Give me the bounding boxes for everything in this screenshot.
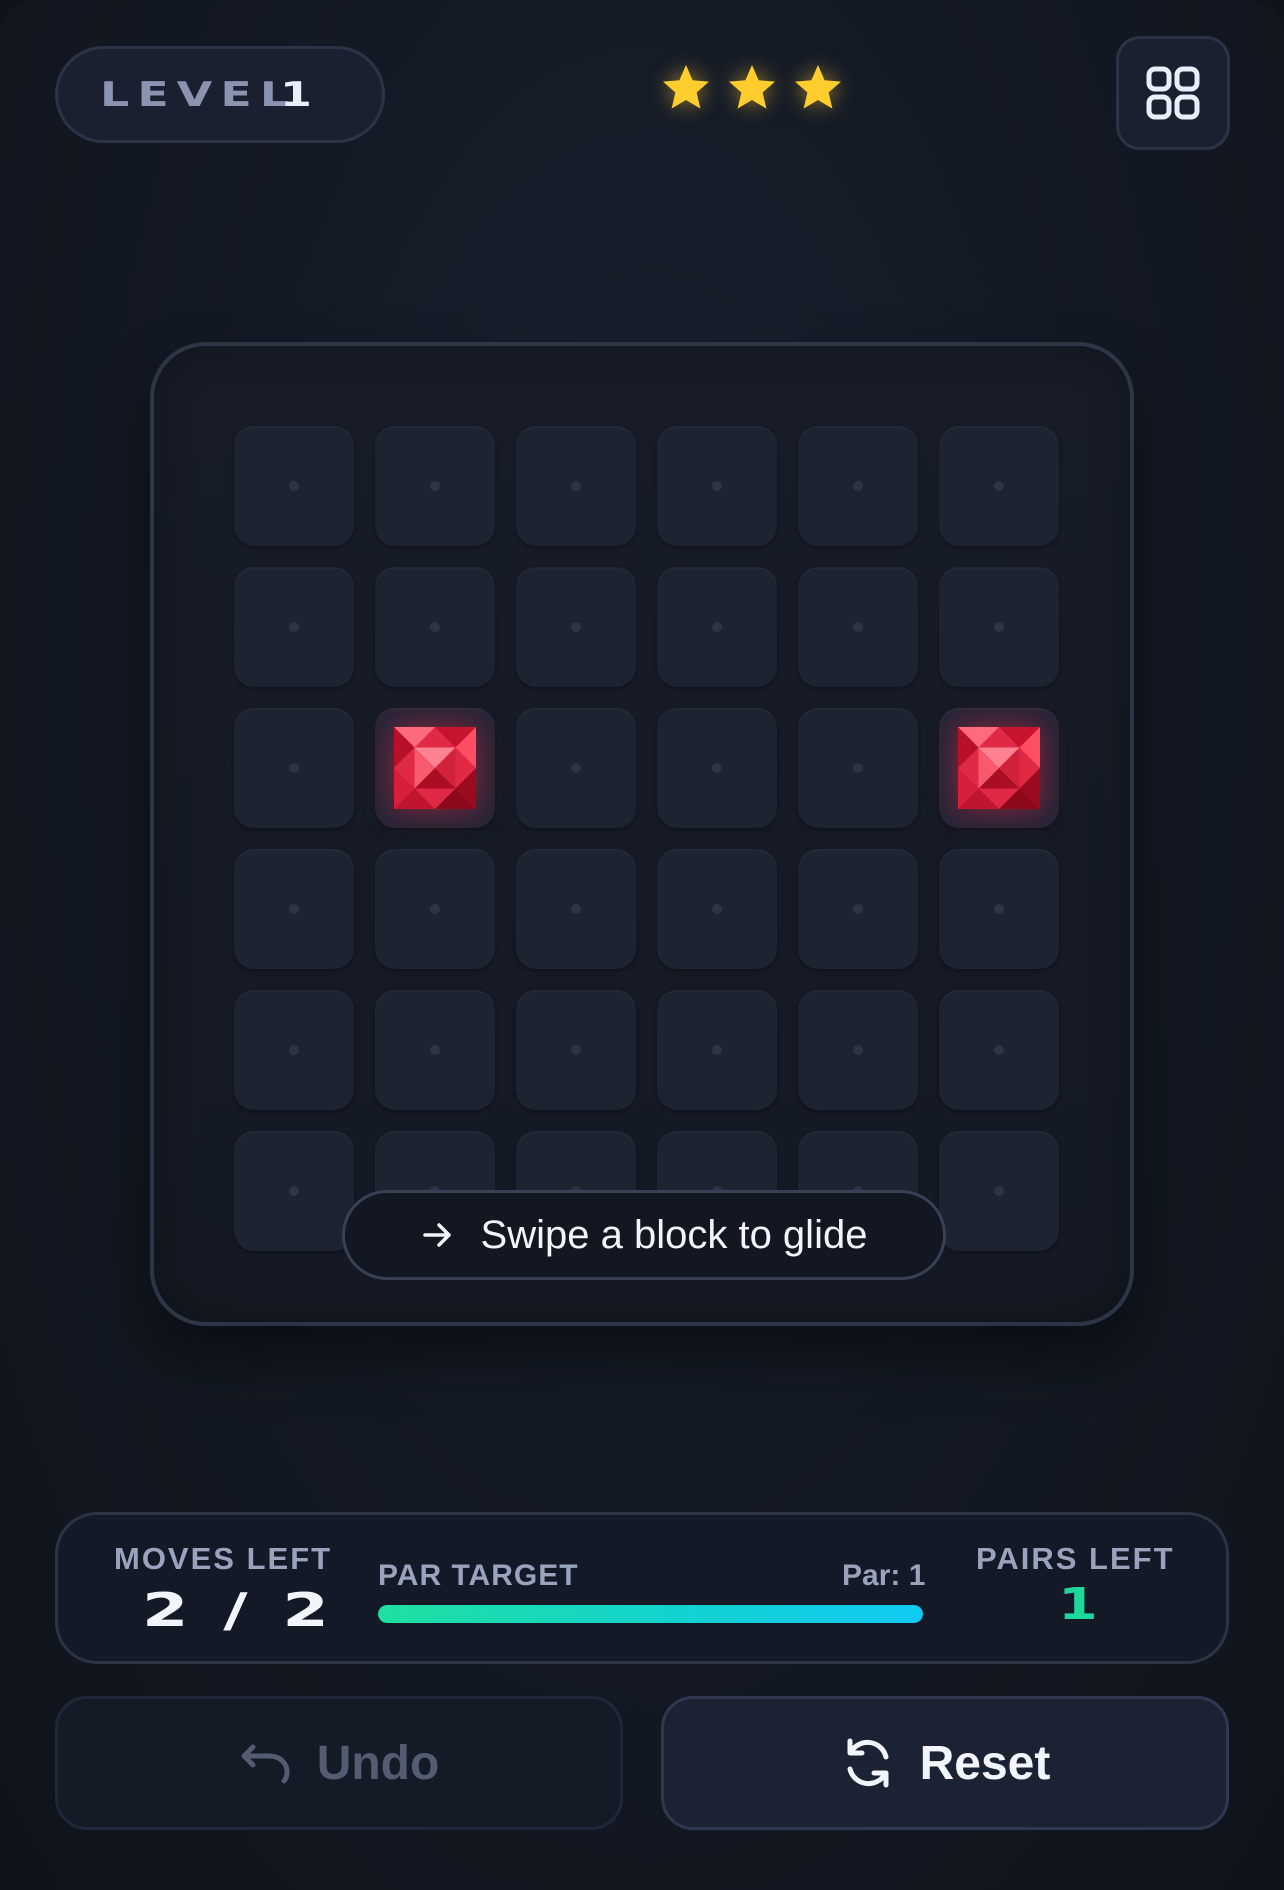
cell-dot — [430, 1045, 440, 1055]
board-cell[interactable] — [939, 708, 1059, 828]
level-label: LEVEL — [100, 74, 298, 115]
level-badge: LEVEL 1 — [55, 46, 385, 143]
red-gem-block[interactable] — [394, 727, 476, 809]
cell-dot — [712, 622, 722, 632]
board-cell — [234, 990, 354, 1110]
board-cell — [798, 708, 918, 828]
star-rating — [660, 62, 850, 122]
board-cell — [516, 849, 636, 969]
board-cell — [375, 567, 495, 687]
moves-left-label: MOVES LEFT — [114, 1541, 333, 1576]
cell-dot — [430, 622, 440, 632]
board-cell — [657, 567, 777, 687]
board-cell — [234, 1131, 354, 1251]
cell-dot — [712, 481, 722, 491]
board-cell — [375, 849, 495, 969]
board-cell — [798, 426, 918, 546]
red-gem-block[interactable] — [958, 727, 1040, 809]
par-target-label: PAR TARGET — [378, 1559, 579, 1592]
level-number: 1 — [280, 74, 321, 115]
board-cell — [657, 708, 777, 828]
cell-dot — [853, 763, 863, 773]
cell-dot — [994, 1186, 1004, 1196]
reset-label: Reset — [919, 1736, 1051, 1790]
cell-dot — [853, 904, 863, 914]
cell-dot — [289, 622, 299, 632]
board-cell — [375, 990, 495, 1110]
board-cell — [657, 990, 777, 1110]
par-progress-fill — [378, 1605, 923, 1623]
cell-dot — [994, 481, 1004, 491]
cell-dot — [994, 622, 1004, 632]
cell-dot — [994, 1045, 1004, 1055]
cell-dot — [571, 904, 581, 914]
par-value: Par: 1 — [842, 1559, 926, 1592]
board-cell — [516, 708, 636, 828]
cell-dot — [712, 1045, 722, 1055]
game-board: Swipe a block to glide — [150, 342, 1134, 1326]
board-cell — [516, 426, 636, 546]
board-cell — [939, 1131, 1059, 1251]
cell-dot — [994, 904, 1004, 914]
star-filled-icon — [795, 65, 841, 109]
game-screen: LEVEL 1 Swipe a block to glide MOVES LEF… — [0, 0, 1284, 1890]
undo-icon — [241, 1744, 290, 1784]
board-cell — [516, 990, 636, 1110]
cell-dot — [853, 622, 863, 632]
board-cell — [375, 426, 495, 546]
board-cell — [939, 426, 1059, 546]
board-cell — [234, 567, 354, 687]
board-cell — [234, 849, 354, 969]
board-cell — [798, 990, 918, 1110]
pairs-left-value: 1 — [1058, 1579, 1098, 1630]
board-cell — [798, 567, 918, 687]
star-filled-icon — [729, 65, 775, 109]
undo-button[interactable]: Undo — [55, 1696, 623, 1830]
grid-menu-icon — [1146, 66, 1200, 120]
cell-dot — [289, 1045, 299, 1055]
cell-dot — [712, 763, 722, 773]
cell-dot — [289, 481, 299, 491]
cell-dot — [571, 481, 581, 491]
board-cell — [657, 426, 777, 546]
cell-dot — [853, 481, 863, 491]
moves-left-value: 2 / 2 — [142, 1583, 335, 1637]
swipe-hint: Swipe a block to glide — [342, 1190, 946, 1280]
level-menu-button[interactable] — [1116, 36, 1230, 150]
board-cell — [939, 849, 1059, 969]
hint-text: Swipe a block to glide — [480, 1212, 868, 1257]
board-cell — [939, 990, 1059, 1110]
cell-dot — [853, 1045, 863, 1055]
board-cell — [516, 567, 636, 687]
board-cell[interactable] — [375, 708, 495, 828]
refresh-icon — [847, 1738, 889, 1788]
par-progress-bar — [378, 1605, 923, 1623]
board-cell — [234, 426, 354, 546]
cell-dot — [430, 481, 440, 491]
cell-dot — [571, 763, 581, 773]
pairs-left-label: PAIRS LEFT — [976, 1541, 1175, 1576]
cell-dot — [289, 763, 299, 773]
stats-panel: MOVES LEFT 2 / 2 PAR TARGET Par: 1 PAIRS… — [55, 1512, 1229, 1664]
board-cell — [798, 849, 918, 969]
undo-label: Undo — [316, 1736, 440, 1790]
reset-button[interactable]: Reset — [661, 1696, 1229, 1830]
arrow-right-icon — [422, 1223, 451, 1247]
board-cell — [939, 567, 1059, 687]
cell-dot — [430, 904, 440, 914]
cell-dot — [571, 622, 581, 632]
star-filled-icon — [663, 65, 709, 109]
board-grid — [234, 426, 1059, 1251]
cell-dot — [289, 1186, 299, 1196]
cell-dot — [289, 904, 299, 914]
cell-dot — [712, 904, 722, 914]
board-cell — [657, 849, 777, 969]
cell-dot — [571, 1045, 581, 1055]
board-cell — [234, 708, 354, 828]
